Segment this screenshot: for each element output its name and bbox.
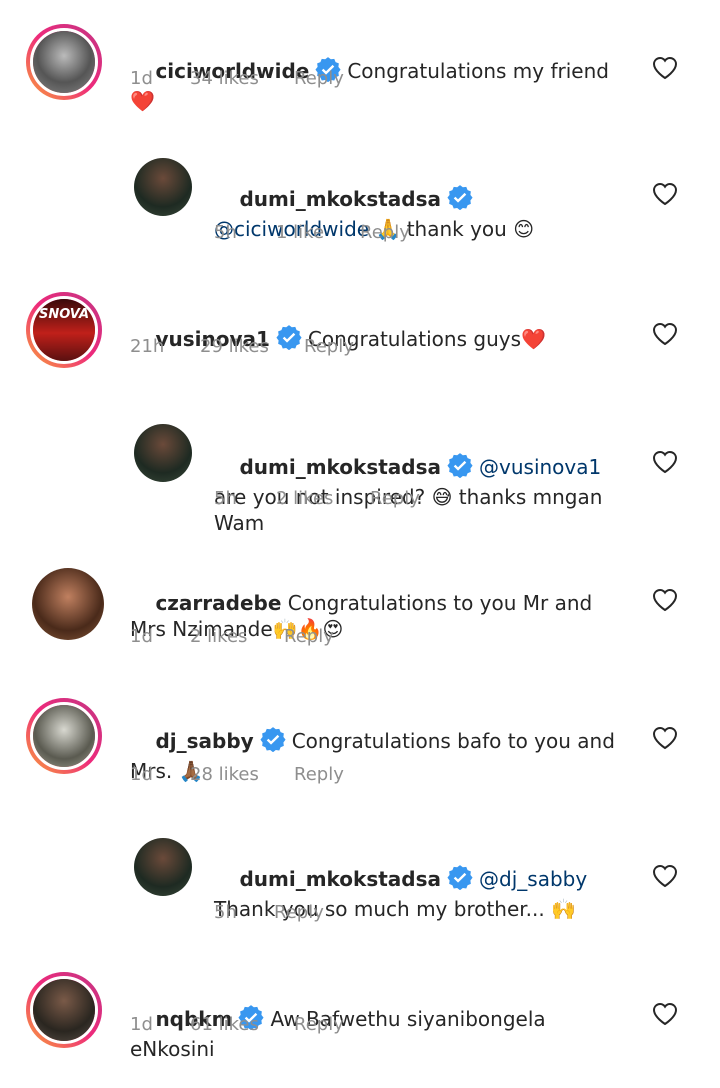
- comment-text: dj_sabby Congratulations bafo to you and …: [130, 700, 630, 810]
- comment-text: czarradebe Congratulations to you Mr and…: [130, 564, 630, 668]
- mention-link[interactable]: @vusinova1: [479, 455, 601, 479]
- like-heart-icon[interactable]: [652, 450, 678, 474]
- reply-button[interactable]: Reply: [360, 222, 410, 243]
- reply-button[interactable]: Reply: [294, 68, 344, 89]
- avatar-label: SNOVA: [38, 307, 90, 322]
- timestamp: 21h: [130, 336, 165, 357]
- username[interactable]: czarradebe: [155, 591, 281, 615]
- username[interactable]: dj_sabby: [155, 729, 253, 753]
- reply-button[interactable]: Reply: [284, 626, 334, 647]
- timestamp: 1d: [130, 626, 153, 647]
- avatar[interactable]: [32, 568, 104, 640]
- timestamp: 5h: [214, 902, 237, 923]
- reply-item: dumi_mkokstadsa@ciciworldwide 🙏 thank yo…: [0, 158, 720, 268]
- comment-item: ciciworldwide Congratulations my friend ❤…: [0, 24, 720, 134]
- reply-button[interactable]: Reply: [370, 488, 420, 509]
- like-heart-icon[interactable]: [652, 56, 678, 80]
- comment-item: SNOVA vusinova1 Congratulations guys❤️ 21…: [0, 292, 720, 402]
- reply-button[interactable]: Reply: [294, 764, 344, 785]
- avatar[interactable]: SNOVA: [26, 292, 102, 368]
- mention-link[interactable]: @dj_sabby: [479, 867, 587, 891]
- reply-button[interactable]: Reply: [304, 336, 354, 357]
- username[interactable]: dumi_mkokstadsa: [239, 187, 441, 211]
- comment-item: nqbkm Aw Bafwethu siyanibongela eNkosini …: [0, 972, 720, 1068]
- like-heart-icon[interactable]: [652, 726, 678, 750]
- like-heart-icon[interactable]: [652, 588, 678, 612]
- like-heart-icon[interactable]: [652, 322, 678, 346]
- timestamp: 1d: [130, 1014, 153, 1035]
- timestamp: 1d: [130, 68, 153, 89]
- verified-badge-icon: [447, 864, 473, 896]
- like-heart-icon[interactable]: [652, 182, 678, 206]
- comment-meta: 5h 1 like Reply: [214, 222, 410, 243]
- comment-meta: 5h Reply: [214, 902, 324, 923]
- like-count[interactable]: 1 like: [276, 222, 360, 243]
- comment-meta: 21h 29 likes Reply: [130, 336, 354, 357]
- comment-meta: 1d 34 likes Reply: [130, 68, 344, 89]
- timestamp: 1d: [130, 764, 153, 785]
- verified-badge-icon: [260, 726, 286, 758]
- like-count[interactable]: 2 likes: [190, 626, 284, 647]
- like-heart-icon[interactable]: [652, 1002, 678, 1026]
- comment-item: czarradebe Congratulations to you Mr and…: [0, 562, 720, 672]
- comment-meta: 5h 2 likes Reply: [214, 488, 420, 509]
- comment-text: dumi_mkokstadsa@ciciworldwide 🙏 thank yo…: [214, 158, 634, 268]
- like-count[interactable]: 34 likes: [190, 68, 294, 89]
- avatar[interactable]: [26, 24, 102, 100]
- avatar[interactable]: [134, 838, 192, 896]
- reply-button[interactable]: Reply: [294, 1014, 344, 1035]
- like-count[interactable]: 28 likes: [190, 764, 294, 785]
- comment-text: dumi_mkokstadsa @dj_sabby Thank you so mu…: [214, 838, 634, 948]
- like-count[interactable]: 61 likes: [190, 1014, 294, 1035]
- comment-meta: 1d 61 likes Reply: [130, 1014, 344, 1035]
- username[interactable]: dumi_mkokstadsa: [239, 455, 441, 479]
- comment-meta: 1d 28 likes Reply: [130, 764, 344, 785]
- verified-badge-icon: [447, 452, 473, 484]
- avatar[interactable]: [26, 698, 102, 774]
- avatar[interactable]: [134, 424, 192, 482]
- timestamp: 5h: [214, 222, 237, 243]
- comment-item: dj_sabby Congratulations bafo to you and …: [0, 698, 720, 808]
- like-count[interactable]: 29 likes: [200, 336, 304, 357]
- username[interactable]: dumi_mkokstadsa: [239, 867, 441, 891]
- reply-button[interactable]: Reply: [274, 902, 324, 923]
- avatar[interactable]: [26, 972, 102, 1048]
- verified-badge-icon: [447, 184, 473, 216]
- like-heart-icon[interactable]: [652, 864, 678, 888]
- reply-item: dumi_mkokstadsa @vusinova1 are you not in…: [0, 424, 720, 535]
- timestamp: 5h: [214, 488, 237, 509]
- comment-meta: 1d 2 likes Reply: [130, 626, 334, 647]
- avatar[interactable]: [134, 158, 192, 216]
- like-count[interactable]: 2 likes: [276, 488, 370, 509]
- reply-item: dumi_mkokstadsa @dj_sabby Thank you so mu…: [0, 838, 720, 938]
